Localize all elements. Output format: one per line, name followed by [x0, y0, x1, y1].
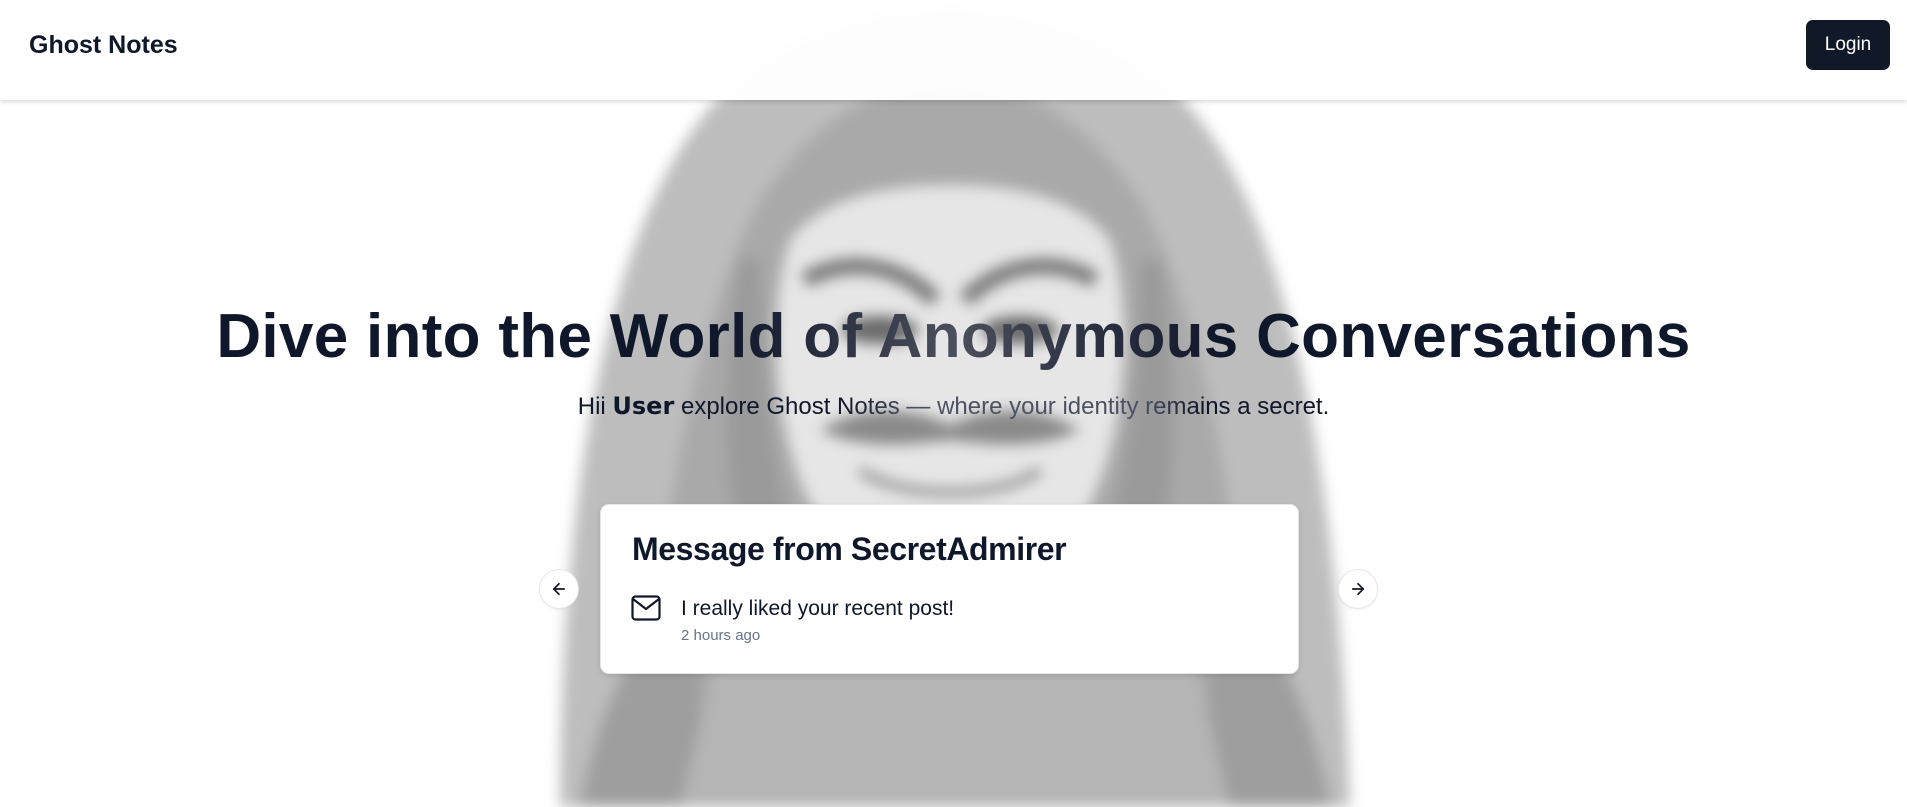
subtitle-username: User	[612, 392, 675, 420]
message-card: Message from SecretAdmirer I really like…	[600, 504, 1299, 674]
message-card-title: Message from SecretAdmirer	[632, 531, 1067, 567]
brand-logo-text[interactable]: Ghost Notes	[29, 31, 178, 60]
arrow-right-icon	[1351, 582, 1365, 596]
arrow-left-icon	[552, 582, 566, 596]
subtitle-prefix: Hii	[577, 393, 613, 420]
hero-title: Dive into the World of Anonymous Convers…	[0, 302, 1907, 372]
login-button[interactable]: Login	[1806, 20, 1890, 70]
message-timestamp: 2 hours ago	[681, 627, 761, 644]
mail-icon	[631, 595, 661, 621]
subtitle-suffix: explore Ghost Notes — where your identit…	[674, 393, 1330, 420]
navbar: Ghost Notes Login	[0, 0, 1907, 100]
carousel-next-button[interactable]	[1338, 569, 1378, 609]
message-text: I really liked your recent post!	[681, 597, 955, 620]
hero-subtitle: Hii User explore Ghost Notes — where you…	[0, 390, 1907, 423]
carousel-prev-button[interactable]	[539, 569, 579, 609]
